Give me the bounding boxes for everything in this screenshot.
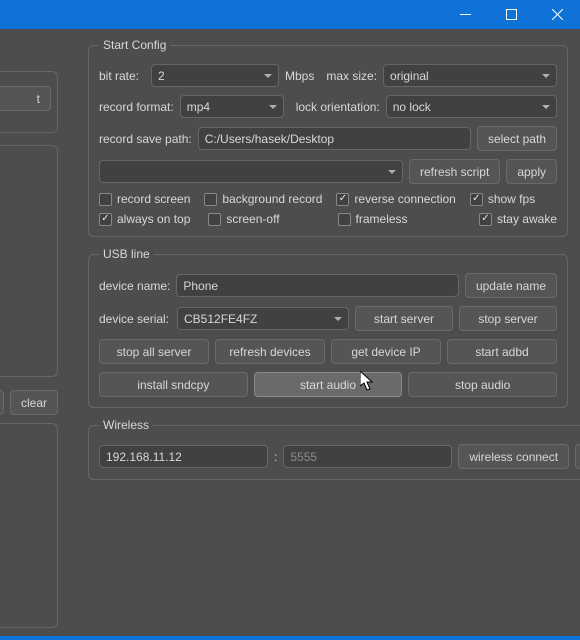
- title-bar: [0, 0, 580, 29]
- show-fps-checkbox[interactable]: show fps: [470, 192, 535, 206]
- stop-audio-button[interactable]: stop audio: [408, 372, 557, 397]
- record-save-path-label: record save path:: [99, 132, 192, 146]
- bit-rate-select[interactable]: 2: [151, 64, 279, 87]
- minimize-button[interactable]: [442, 0, 488, 29]
- stop-server-button[interactable]: stop server: [459, 306, 557, 331]
- wireless-colon: :: [274, 450, 277, 464]
- wireless-disconnect-button[interactable]: wireless disconnect: [575, 444, 580, 469]
- left-panel-1: t: [0, 71, 58, 133]
- wireless-group: Wireless : wireless connect wireless dis…: [88, 418, 580, 480]
- update-name-button[interactable]: update name: [465, 273, 557, 298]
- reverse-connection-checkbox[interactable]: reverse connection: [336, 192, 455, 206]
- screen-off-checkbox[interactable]: screen-off: [208, 212, 279, 226]
- record-format-label: record format:: [99, 100, 174, 114]
- record-save-path-input[interactable]: [198, 127, 471, 150]
- max-size-label: max size:: [326, 69, 377, 83]
- bit-rate-unit: Mbps: [285, 69, 314, 83]
- window-bottom-border: [0, 636, 580, 640]
- close-button[interactable]: [534, 0, 580, 29]
- lock-orientation-select[interactable]: no lock: [386, 95, 557, 118]
- stop-all-server-button[interactable]: stop all server: [99, 339, 209, 364]
- lock-orientation-label: lock orientation:: [296, 100, 380, 114]
- device-name-input[interactable]: [176, 274, 459, 297]
- clear-button[interactable]: clear: [10, 390, 58, 415]
- device-serial-label: device serial:: [99, 312, 171, 326]
- usb-line-legend: USB line: [99, 247, 154, 261]
- device-serial-select[interactable]: CB512FE4FZ: [177, 307, 349, 330]
- start-config-group: Start Config bit rate: 2 Mbps max size: …: [88, 38, 568, 237]
- wireless-legend: Wireless: [99, 418, 153, 432]
- max-size-select[interactable]: original: [383, 64, 557, 87]
- background-record-checkbox[interactable]: background record: [204, 192, 322, 206]
- start-config-legend: Start Config: [99, 38, 170, 52]
- apply-button[interactable]: apply: [506, 159, 557, 184]
- start-adbd-button[interactable]: start adbd: [447, 339, 557, 364]
- select-path-button[interactable]: select path: [477, 126, 557, 151]
- bit-rate-label: bit rate:: [99, 69, 145, 83]
- wireless-ip-input[interactable]: [99, 445, 268, 468]
- left-panel-2: [0, 145, 58, 377]
- refresh-devices-button[interactable]: refresh devices: [215, 339, 325, 364]
- start-audio-button[interactable]: start audio: [254, 372, 403, 397]
- install-sndcpy-button[interactable]: install sndcpy: [99, 372, 248, 397]
- maximize-button[interactable]: [488, 0, 534, 29]
- frameless-checkbox[interactable]: frameless: [338, 212, 408, 226]
- stay-awake-checkbox[interactable]: stay awake: [479, 212, 557, 226]
- usb-line-group: USB line device name: update name device…: [88, 247, 568, 408]
- wireless-connect-button[interactable]: wireless connect: [458, 444, 569, 469]
- refresh-script-button[interactable]: refresh script: [409, 159, 500, 184]
- record-format-select[interactable]: mp4: [180, 95, 284, 118]
- left-button-ate[interactable]: ate: [0, 390, 4, 415]
- record-screen-checkbox[interactable]: record screen: [99, 192, 190, 206]
- wireless-port-input[interactable]: [283, 445, 452, 468]
- start-server-button[interactable]: start server: [355, 306, 453, 331]
- left-button-t[interactable]: t: [0, 86, 51, 111]
- script-select[interactable]: [99, 160, 403, 183]
- left-panel-3: [0, 423, 58, 628]
- device-name-label: device name:: [99, 279, 170, 293]
- get-device-ip-button[interactable]: get device IP: [331, 339, 441, 364]
- always-on-top-checkbox[interactable]: always on top: [99, 212, 190, 226]
